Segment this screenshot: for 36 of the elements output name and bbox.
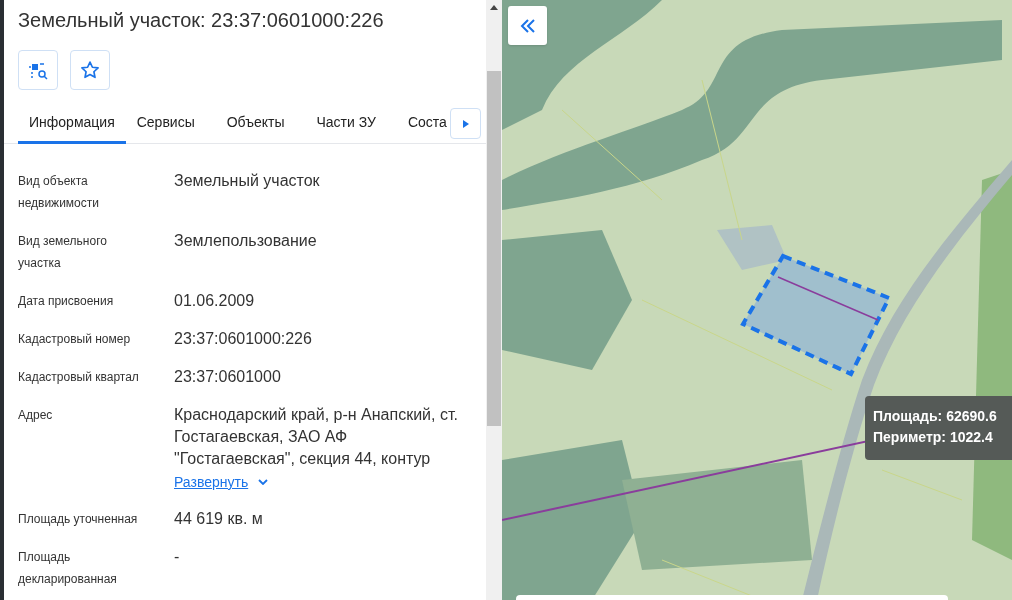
field-label: Вид земельного участка [18, 233, 108, 272]
scrollbar[interactable] [486, 0, 502, 600]
collapse-panel-button[interactable] [508, 6, 547, 45]
field-label: Адрес [18, 407, 54, 424]
tab[interactable]: Информация [18, 104, 126, 144]
field-value: Землепользование [174, 231, 318, 251]
tooltip-line: Периметр: 1022.4 [873, 428, 994, 446]
tab[interactable]: Сервисы [125, 104, 206, 144]
tooltip-line: Площадь: 62690.6 [873, 407, 998, 425]
panel-title: Земельный участок: 23:37:0601000:226 [18, 8, 385, 32]
field-label: Площадь декларированная [18, 549, 118, 588]
scroll-tabs-button[interactable] [450, 108, 481, 139]
area-search-button[interactable] [18, 50, 58, 90]
field-value: 23:37:0601000:226 [174, 329, 313, 349]
field-value: Земельный участок [174, 171, 321, 191]
field-value: Краснодарский край, р-н Анапский, ст. Гостагаевская, ЗАО АФ "Гостагаевская", секция 44, контур [174, 405, 459, 469]
field-label: Вид объекта недвижимости [18, 173, 100, 212]
chevron-down-icon [258, 479, 269, 485]
star-icon [80, 60, 100, 80]
field-label: Кадастровый номер [18, 331, 132, 348]
field-value: 01.06.2009 [174, 291, 256, 311]
double-chevron-left-icon [519, 18, 536, 33]
caret-right-icon [462, 119, 469, 128]
field-label: Кадастровый квартал [18, 369, 140, 386]
field-label: Площадь уточненная [18, 511, 139, 528]
favorite-button[interactable] [70, 50, 110, 90]
field-label: Дата присвоения [18, 293, 115, 310]
tab[interactable]: Части ЗУ [305, 104, 387, 144]
scrollbar-thumb[interactable] [487, 71, 501, 426]
tab[interactable]: Объекты [215, 104, 296, 144]
field-value: - [174, 547, 181, 567]
tab[interactable]: Соста [396, 104, 448, 144]
field-value: 23:37:0601000 [174, 367, 282, 387]
scroll-up-icon[interactable] [490, 5, 498, 10]
expand-link[interactable]: Развернуть [174, 472, 269, 492]
field-value: 44 619 кв. м [174, 509, 264, 529]
